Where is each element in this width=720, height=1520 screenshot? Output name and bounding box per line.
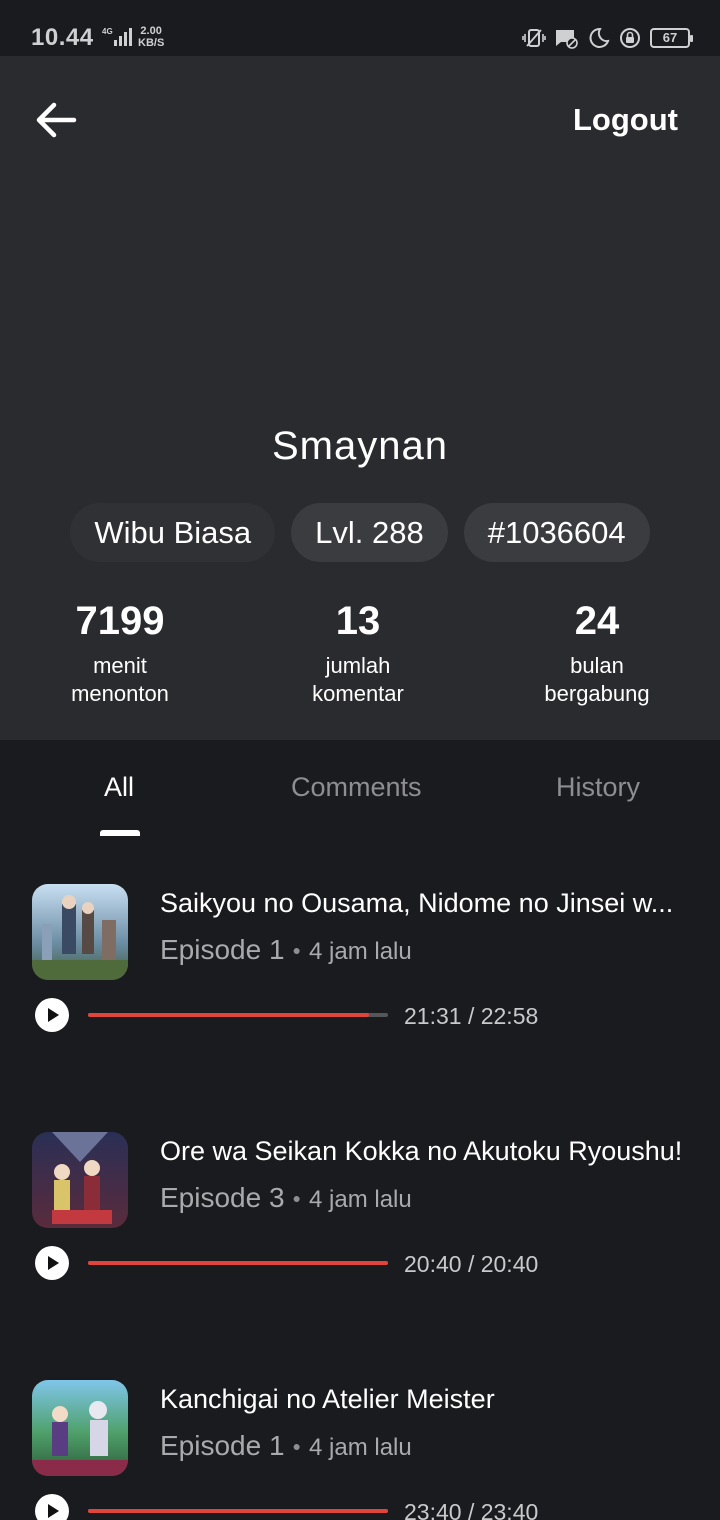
stat-label: bulan bergabung [487,652,707,708]
watch-progress-fill [88,1013,370,1017]
status-bar: 10.44 4G 2.00 KB/S 67 [0,0,720,56]
level-badge: Lvl. 288 [291,503,448,562]
tab-all[interactable]: All [104,772,134,803]
stat-comments: 13 jumlah komentar [248,596,468,708]
stat-minutes-watched: 7199 menit menonton [10,596,230,708]
stat-label-line1: menit [93,653,147,678]
active-tab-indicator [100,830,140,836]
watch-progress-fill [88,1261,388,1265]
episode-meta: Episode 3 ● 4 jam lalu [160,1182,412,1214]
username: Smaynan [272,424,448,468]
episode-meta: Episode 1 ● 4 jam lalu [160,934,412,966]
anime-thumbnail[interactable] [32,884,128,980]
profile-badges: Wibu Biasa Lvl. 288 #1036604 [0,503,720,562]
profile-stats: 7199 menit menonton 13 jumlah komentar 2… [0,596,720,716]
list-item[interactable]: Ore wa Seikan Kokka no Akutoku Ryoushu! … [0,1088,720,1336]
status-time: 10.44 [31,24,94,51]
watch-progress-fill [88,1509,388,1513]
tab-bar: All Comments History [0,740,720,840]
status-icons: 67 [522,27,693,49]
stat-label-line1: bulan [570,653,624,678]
network-speed-value: 2.00 [140,25,162,37]
watch-time: 23:40 / 23:40 [404,1499,539,1520]
user-id-badge: #1036604 [463,503,650,562]
stat-label: menit menonton [10,652,230,708]
episode-label: Episode 3 [160,1182,285,1213]
stat-months-joined: 24 bulan bergabung [487,596,707,708]
stat-value: 24 [574,599,620,643]
message-icon [556,30,578,49]
list-item[interactable]: Kanchigai no Atelier Meister Episode 1 ●… [0,1336,720,1520]
lock-rotation-icon [620,28,640,48]
stat-label-line2: bergabung [544,681,650,706]
moon-icon [589,27,610,48]
stat-label-line1: jumlah [325,653,391,678]
signal-icon: 4G [102,27,132,46]
play-button[interactable] [35,1246,69,1280]
separator-dot: ● [292,1190,302,1206]
profile-header: Logout Smaynan Wibu Biasa Lvl. 288 #1036… [0,56,720,740]
episode-meta: Episode 1 ● 4 jam lalu [160,1430,412,1462]
battery-icon: 67 [650,28,693,48]
anime-thumbnail[interactable] [32,1380,128,1476]
list-item[interactable]: Saikyou no Ousama, Nidome no Jinsei w...… [0,840,720,1088]
time-ago: 4 jam lalu [309,938,412,965]
rank-badge: Wibu Biasa [70,503,276,562]
net-type-label: 4G [102,27,113,36]
stat-label-line2: komentar [312,681,404,706]
play-button[interactable] [35,998,69,1032]
watch-time: 20:40 / 20:40 [404,1251,539,1277]
watch-progress-bar [88,1261,388,1265]
anime-thumbnail[interactable] [32,1132,128,1228]
play-button[interactable] [35,1494,69,1520]
stat-value: 7199 [75,599,165,643]
logout-button[interactable]: Logout [573,102,678,138]
episode-label: Episode 1 [160,934,285,965]
separator-dot: ● [292,1438,302,1454]
anime-title[interactable]: Ore wa Seikan Kokka no Akutoku Ryoushu! [160,1136,690,1167]
time-ago: 4 jam lalu [309,1186,412,1213]
separator-dot: ● [292,942,302,958]
anime-title[interactable]: Kanchigai no Atelier Meister [160,1384,690,1415]
watch-progress-bar [88,1013,388,1017]
watch-progress-bar [88,1509,388,1513]
network-speed-unit: KB/S [138,37,165,49]
network-speed: 2.00 KB/S [138,25,164,49]
stat-value: 13 [335,599,381,643]
watch-time: 21:31 / 22:58 [404,1003,539,1029]
stat-label: jumlah komentar [248,652,468,708]
stat-label-line2: menonton [71,681,169,706]
tab-comments[interactable]: Comments [291,772,422,803]
episode-label: Episode 1 [160,1430,285,1461]
vibrate-icon [522,29,546,47]
anime-title[interactable]: Saikyou no Ousama, Nidome no Jinsei w... [160,888,690,919]
tab-history[interactable]: History [556,772,640,803]
time-ago: 4 jam lalu [309,1434,412,1461]
arrow-left-icon[interactable] [34,100,78,140]
